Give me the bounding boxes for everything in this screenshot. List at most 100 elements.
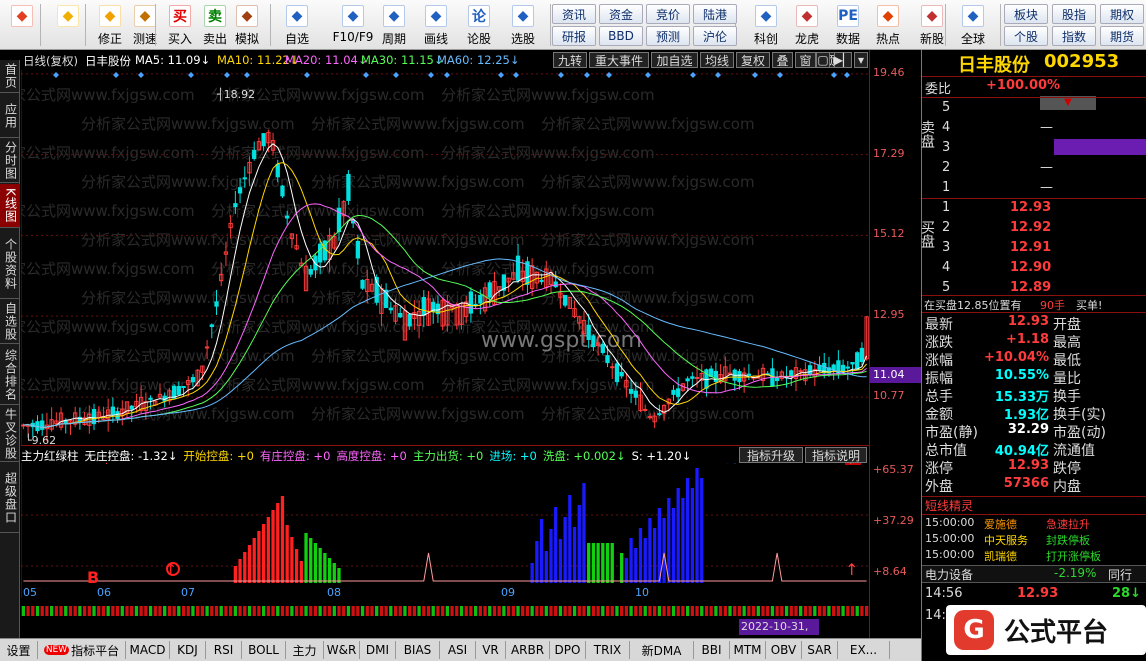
collapse-icon[interactable]: ▼ <box>1040 96 1096 110</box>
toolbar-item-buy[interactable]: 买买入 <box>162 2 198 48</box>
toolbar-grid-button[interactable]: 预测 <box>646 26 690 46</box>
short-item-name[interactable]: 凯瑞德 <box>984 548 1017 564</box>
indicator-tab[interactable]: DPO <box>550 641 586 659</box>
volume-bar <box>266 606 270 616</box>
indicator-tab[interactable]: MTM <box>730 641 766 659</box>
lock-icon[interactable]: ▢ <box>816 52 830 68</box>
toolbar-item-f10[interactable]: ◆ F10/F9 <box>330 2 376 48</box>
chart-header-button[interactable]: 九转 <box>553 52 587 68</box>
volume-bar <box>422 606 426 616</box>
nav-2[interactable]: 分时图 <box>0 139 20 183</box>
indicator-tab[interactable]: MACD <box>126 641 170 659</box>
toolbar-market-button[interactable]: 指数 <box>1052 26 1096 46</box>
toolbar-item-sell[interactable]: 卖卖出 <box>197 2 233 48</box>
indicator-subchart[interactable]: B ↑ ↑05 06 07 08 09 10 <box>21 463 869 598</box>
nav-7[interactable]: 牛叉诊股 <box>0 406 20 462</box>
volume-bar <box>605 606 610 616</box>
toolbar-item-speed-test[interactable]: ◆ 测速 <box>127 2 163 48</box>
toolbar-item-dragon-tiger[interactable]: ◆ 龙虎 <box>789 2 825 48</box>
indicator-upgrade-button[interactable]: 指标升级 <box>739 447 803 463</box>
dropdown-icon[interactable]: ▾ <box>854 52 868 68</box>
nav-4[interactable]: 个股资料 <box>0 229 20 299</box>
indicator-tab[interactable]: VR <box>476 641 506 659</box>
toolbar-item-discuss[interactable]: 论论股 <box>461 2 497 48</box>
play-icon[interactable]: ▶▏ <box>834 52 852 68</box>
period-label[interactable]: 日线(复权) <box>23 53 78 69</box>
indicator-tab[interactable]: ARBR <box>506 641 550 659</box>
peer-button[interactable]: 同行 <box>1108 566 1132 583</box>
candlestick-plot[interactable]: 分析家公式网www.fxjgsw.com 分析家公式网www.fxjgsw.com… <box>21 70 869 465</box>
month-label: 08 <box>327 586 341 598</box>
sector-name[interactable]: 电力设备 <box>925 566 973 583</box>
toolbar-market-button[interactable]: 期货 <box>1100 26 1144 46</box>
nav-8[interactable]: 超级盘口 <box>0 463 20 533</box>
nav-5[interactable]: 自选股 <box>0 300 20 344</box>
toolbar-grid-button[interactable]: 研报 <box>552 26 596 46</box>
chart-header-button[interactable]: 重大事件 <box>589 52 649 68</box>
indicator-tab[interactable]: KDJ <box>170 641 206 659</box>
volume-bar <box>412 606 417 616</box>
toolbar-item-hot-spot[interactable]: ◆ 热点 <box>870 2 906 48</box>
toolbar-item-period[interactable]: ◆ 周期 <box>376 2 412 48</box>
toolbar-item-back-arrow[interactable]: ◆ <box>50 2 86 48</box>
short-item-name[interactable]: 爱施德 <box>984 516 1017 532</box>
toolbar-item-app-grid[interactable]: ◆ <box>4 2 40 48</box>
nav-6[interactable]: 综合排名 <box>0 345 20 405</box>
indicator-tab[interactable]: 新DMA <box>630 641 694 659</box>
toolbar-market-button[interactable]: 期权 <box>1100 4 1144 24</box>
toolbar-item-watchlist-star[interactable]: ◆ 自选 <box>279 2 315 48</box>
indicator-tab[interactable]: OBV <box>766 641 802 659</box>
toolbar-item-stock-picker[interactable]: ◆ 选股 <box>505 2 541 48</box>
toolbar-item-pe-data[interactable]: PE 数据 <box>830 2 866 48</box>
stat-value: 12.93 <box>1007 314 1049 329</box>
short-item-name[interactable]: 中天服务 <box>984 532 1028 548</box>
kline-chart-area[interactable]: 日线(复权) 日丰股份 MA5: 11.09↓ MA10: 11.22↓ MA2… <box>21 50 869 649</box>
toolbar-item-simulate-hammer[interactable]: ◆ 模拟 <box>229 2 265 48</box>
toolbar-grid-button[interactable]: 资讯 <box>552 4 596 24</box>
chart-header-button[interactable]: 加自选 <box>651 52 698 68</box>
toolbar-grid-button[interactable]: 资金 <box>599 4 643 24</box>
indicator-tab[interactable]: EX... <box>838 641 890 659</box>
toolbar-market-button[interactable]: 股指 <box>1052 4 1096 24</box>
chart-header-button[interactable]: 复权 <box>736 52 770 68</box>
indicator-bar <box>280 496 285 583</box>
indicator-tab[interactable]: BBI <box>694 641 730 659</box>
toolbar-grid-button[interactable]: BBD <box>599 26 643 46</box>
indicator-tab[interactable]: NEW 指标平台 <box>38 641 126 659</box>
toolbar-market-button[interactable]: 个股 <box>1004 26 1048 46</box>
indicator-tab[interactable]: 主力 <box>286 641 324 659</box>
indicator-tab[interactable]: ASI <box>440 641 476 659</box>
toolbar-item-sci-tech[interactable]: ◆ 科创 <box>748 2 784 48</box>
volume-bar <box>728 606 732 616</box>
toolbar-grid-button[interactable]: 竞价 <box>646 4 690 24</box>
chart-header-button[interactable]: 均线 <box>700 52 734 68</box>
nav-3[interactable]: K线图 <box>0 184 20 228</box>
chart-header-button[interactable]: 叠 <box>772 52 793 68</box>
toolbar-item-globe[interactable]: ◆ 全球 <box>955 2 991 48</box>
indicator-tab[interactable]: DMI <box>360 641 396 659</box>
indicator-tab[interactable]: W&R <box>324 641 360 659</box>
event-marker <box>244 72 250 78</box>
indicator-tab-label: KDJ <box>177 643 198 657</box>
indicator-help-button[interactable]: 指标说明 <box>805 447 867 463</box>
indicator-tab[interactable]: 设置 <box>0 641 38 659</box>
buy-price: 12.92 <box>1010 220 1052 235</box>
indicator-tick-label: +8.64 <box>873 565 907 578</box>
chart-header-button[interactable]: 窗 <box>795 52 816 68</box>
indicator-tab[interactable]: RSI <box>206 641 242 659</box>
indicator-tab[interactable]: TRIX <box>586 641 630 659</box>
nav-1[interactable]: 应用 <box>0 94 20 138</box>
nav-0[interactable]: 首页 <box>0 60 20 93</box>
toolbar-grid-button[interactable]: 沪伦 <box>693 26 737 46</box>
indicator-tab[interactable]: BIAS <box>396 641 440 659</box>
toolbar-grid-button[interactable]: 陆港 <box>693 4 737 24</box>
toolbar-item-revise[interactable]: ◆ 修正 <box>92 2 128 48</box>
toolbar-item-draw-line[interactable]: ◆ 画线 <box>418 2 454 48</box>
indicator-tab[interactable]: SAR <box>802 641 838 659</box>
bid-notice-button[interactable]: 买单! <box>1076 297 1102 313</box>
candle-body <box>859 347 865 363</box>
indicator-tab[interactable]: BOLL <box>242 641 286 659</box>
toolbar-market-button[interactable]: 板块 <box>1004 4 1048 24</box>
buy-label: 买盘 <box>919 220 935 248</box>
indicator-bar <box>233 566 238 583</box>
